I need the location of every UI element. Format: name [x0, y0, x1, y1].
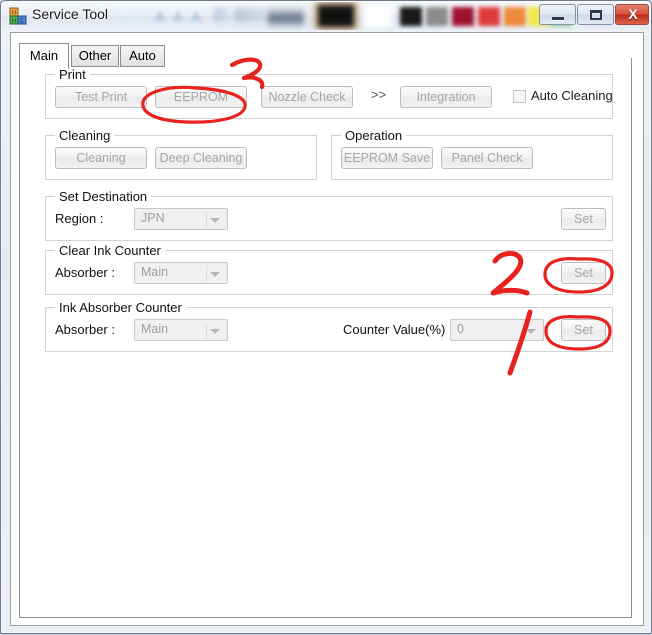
counter-value-combo-divider — [522, 323, 523, 339]
chevron-down-icon — [210, 218, 220, 223]
integration-button[interactable]: Integration — [400, 86, 492, 108]
operation-group: Operation EEPROM Save Panel Check — [331, 128, 613, 180]
arrow-separator: >> — [371, 87, 387, 102]
region-label: Region : — [55, 211, 104, 226]
window-title: Service Tool — [32, 6, 109, 22]
eeprom-save-button[interactable]: EEPROM Save — [341, 147, 433, 169]
client-area: Main Other Auto Print Test Print EEPROM … — [10, 32, 644, 626]
color-swatch-darkred — [452, 7, 474, 26]
obscured-artifact-6 — [268, 5, 304, 27]
counter-value-label: Counter Value(%) : — [343, 322, 453, 337]
counter-value-combo[interactable]: 0 — [450, 319, 544, 341]
test-print-button[interactable]: Test Print — [55, 86, 147, 108]
svg-text:C: C — [20, 19, 25, 25]
set-destination-group: Set Destination Region : JPN Set — [45, 189, 613, 241]
chevron-down-icon — [210, 272, 220, 277]
clear-ink-counter-group: Clear Ink Counter Absorber : Main Set — [45, 243, 613, 295]
ink-absorber-counter-group-title: Ink Absorber Counter — [55, 300, 186, 315]
ink-absorber-counter-set-button[interactable]: Set — [561, 319, 606, 341]
chevron-down-icon — [210, 329, 220, 334]
clear-ink-counter-group-title: Clear Ink Counter — [55, 243, 165, 258]
obscured-artifact-1 — [154, 10, 166, 21]
service-tool-window: H H C Service Tool X Main Other Auto Pri… — [0, 0, 652, 634]
print-group: Print Test Print EEPROM Nozzle Check >> … — [45, 67, 613, 119]
obscured-artifact-3 — [190, 10, 202, 21]
color-swatch-red — [478, 7, 500, 26]
panel-check-button[interactable]: Panel Check — [441, 147, 533, 169]
ink-absorber-combo[interactable]: Main — [134, 319, 228, 341]
tab-auto[interactable]: Auto — [120, 45, 165, 67]
color-swatch-gray — [426, 7, 448, 26]
tab-main[interactable]: Main — [19, 43, 69, 69]
nozzle-check-button[interactable]: Nozzle Check — [261, 86, 353, 108]
toy-blocks-icon: H H C — [9, 7, 27, 25]
eeprom-button[interactable]: EEPROM — [155, 86, 247, 108]
clear-ink-counter-set-button[interactable]: Set — [561, 262, 606, 284]
clear-ink-absorber-combo[interactable]: Main — [134, 262, 228, 284]
obscured-artifact-8 — [364, 5, 392, 27]
color-swatch-black — [400, 7, 422, 26]
print-group-title: Print — [55, 67, 90, 82]
obscured-artifact-7 — [318, 5, 354, 27]
ink-absorber-counter-group: Ink Absorber Counter Absorber : Main Cou… — [45, 300, 613, 352]
close-icon: X — [628, 6, 638, 22]
minimize-icon — [552, 17, 564, 20]
counter-value-combo-value: 0 — [457, 322, 464, 336]
minimize-button[interactable] — [539, 4, 576, 25]
ink-absorber-combo-value: Main — [141, 322, 169, 336]
maximize-button[interactable] — [577, 4, 614, 25]
close-button[interactable]: X — [615, 4, 649, 25]
auto-cleaning-label: Auto Cleaning — [531, 88, 613, 103]
ink-absorber-combo-divider — [206, 323, 207, 339]
set-destination-group-title: Set Destination — [55, 189, 152, 204]
cleaning-group: Cleaning Cleaning Deep Cleaning — [45, 128, 317, 180]
region-combo-divider — [206, 212, 207, 228]
cleaning-button[interactable]: Cleaning — [55, 147, 147, 169]
clear-ink-combo-divider — [206, 266, 207, 282]
title-bar[interactable]: H H C Service Tool X — [2, 2, 650, 30]
region-combo-value: JPN — [141, 211, 165, 225]
tab-other[interactable]: Other — [71, 45, 119, 67]
ink-absorber-label: Absorber : — [55, 322, 115, 337]
clear-ink-absorber-label: Absorber : — [55, 265, 115, 280]
color-swatch-orange — [504, 7, 526, 26]
operation-group-title: Operation — [341, 128, 407, 143]
auto-cleaning-checkbox[interactable] — [513, 90, 526, 103]
obscured-artifact-2 — [172, 10, 184, 21]
cleaning-group-title: Cleaning — [55, 128, 115, 143]
set-destination-set-button[interactable]: Set — [561, 208, 606, 230]
maximize-icon — [590, 10, 602, 20]
chevron-down-icon — [526, 329, 536, 334]
deep-cleaning-button[interactable]: Deep Cleaning — [155, 147, 247, 169]
clear-ink-absorber-combo-value: Main — [141, 265, 169, 279]
obscured-artifact-4 — [214, 8, 230, 22]
region-combo[interactable]: JPN — [134, 208, 228, 230]
svg-text:H: H — [12, 19, 16, 25]
